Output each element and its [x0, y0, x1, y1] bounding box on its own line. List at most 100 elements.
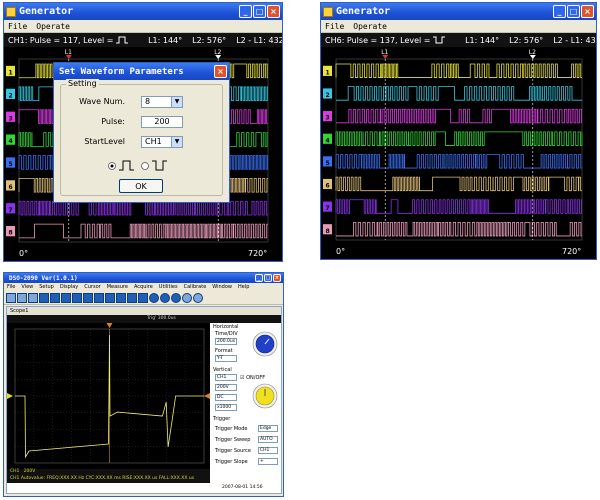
titlebar[interactable]: DSO-2090 Ver(1.0.1) _ □ × [4, 273, 283, 283]
waveform-channel-3 [336, 108, 582, 124]
menu-help[interactable]: Help [238, 284, 249, 290]
cursor-tool-icon[interactable] [116, 292, 126, 303]
level-low-icon [433, 36, 446, 44]
waveform-channel-2 [336, 86, 582, 101]
ok-button[interactable]: OK [119, 179, 163, 193]
open-icon[interactable] [6, 292, 16, 303]
minimize-button[interactable]: _ [239, 5, 252, 18]
maximize-button[interactable]: □ [253, 5, 266, 18]
menu-file[interactable]: File [8, 22, 27, 31]
play-tool-icon[interactable] [160, 292, 170, 303]
control-panel: Horizontal Time/DIV 200.0us Format Y-T V… [212, 323, 281, 483]
oscilloscope-display[interactable] [7, 323, 210, 469]
channel-number-3: 3 [9, 115, 13, 122]
trigger-slope-select[interactable]: + [258, 458, 278, 465]
menu-view[interactable]: View [21, 284, 33, 290]
channel-select[interactable]: CH1 [215, 374, 237, 381]
trigger-source-select[interactable]: CH1 [258, 447, 278, 454]
onoff-label: ON/OFF [246, 375, 266, 381]
zoom-out-icon[interactable] [193, 292, 203, 303]
measure-tool-icon[interactable] [105, 292, 115, 303]
menu-setup[interactable]: Setup [39, 284, 54, 290]
menu-calibrate[interactable]: Calibrate [184, 284, 207, 290]
zoom-in-icon[interactable] [182, 292, 192, 303]
l1-readout: L1: 144° [148, 35, 183, 45]
volt-knob[interactable] [252, 383, 278, 409]
minimize-button[interactable]: _ [553, 5, 566, 18]
ref-tool-icon[interactable] [94, 292, 104, 303]
cursor-label-l2: L2 [214, 49, 221, 56]
onoff-checkbox[interactable]: ☑ ON/OFF [240, 375, 265, 381]
dialog-close-button[interactable]: × [214, 65, 227, 78]
maximize-button[interactable]: □ [567, 5, 580, 18]
window-title: Generator [336, 6, 391, 17]
menu-operate[interactable]: Operate [36, 22, 70, 31]
menu-utilities[interactable]: Utilities [159, 284, 178, 290]
probe-select[interactable]: x1000 [215, 404, 237, 411]
channel-tool-icon[interactable] [72, 292, 82, 303]
pulse-input[interactable]: 200 [141, 116, 183, 128]
trigger-mode-label: Trigger Mode [215, 426, 248, 432]
v-tool-icon[interactable] [50, 292, 60, 303]
auto-tool-icon[interactable] [138, 292, 148, 303]
close-button[interactable]: × [581, 5, 594, 18]
menu-operate[interactable]: Operate [353, 22, 387, 31]
menu-acquire[interactable]: Acquire [134, 284, 153, 290]
menu-display[interactable]: Display [60, 284, 78, 290]
radio-low[interactable] [141, 162, 149, 170]
start-level-select[interactable]: CH1 ▼ [141, 136, 183, 148]
subwindow-titlebar[interactable]: Scope1 [7, 307, 281, 315]
minimize-button[interactable]: _ [255, 274, 263, 282]
menu-file[interactable]: File [7, 284, 15, 290]
menu-window[interactable]: Window [212, 284, 232, 290]
print-icon[interactable] [28, 292, 38, 303]
radio-high-dot [110, 164, 114, 168]
menu-bar: File Operate [4, 20, 282, 33]
save-icon[interactable] [17, 292, 27, 303]
waveform-display[interactable]: L1 L2 1 2 3 4 5 6 7 8 0° 720° [321, 47, 596, 260]
toolbar [4, 291, 283, 305]
volt-select[interactable]: 200V [215, 384, 237, 391]
titlebar[interactable]: Generator _ □ × [4, 3, 282, 20]
channel-number-3: 3 [326, 115, 330, 122]
l1-readout: L1: 144° [465, 35, 500, 45]
window-title: DSO-2090 Ver(1.0.1) [9, 274, 78, 282]
horizontal-label: Horizontal [213, 324, 239, 330]
axis-end-label: 720° [562, 247, 581, 256]
channel-readout: CH1: Pulse = 117, Level = [8, 36, 129, 45]
status-channel: CH1 [10, 469, 20, 474]
scope-readout-bar: Trig' 300.0us [7, 315, 281, 323]
time-knob[interactable] [252, 331, 278, 357]
t-tool-icon[interactable] [61, 292, 71, 303]
trigger-sweep-select[interactable]: AUTO [258, 436, 278, 443]
time-div-select[interactable]: 200.0us [215, 338, 237, 345]
stop-tool-icon[interactable] [171, 292, 181, 303]
close-button[interactable]: × [273, 274, 281, 282]
pulse-label: Pulse: [101, 117, 125, 126]
l2-readout: L2: 576° [192, 35, 227, 45]
menu-file[interactable]: File [325, 22, 344, 31]
format-select[interactable]: Y-T [215, 355, 237, 362]
channel-number-4: 4 [9, 138, 13, 145]
menu-cursor[interactable]: Cursor [84, 284, 100, 290]
trigger-mode-select[interactable]: Edge [258, 425, 278, 432]
cursor-label-l1: L1 [65, 49, 72, 56]
titlebar[interactable]: Generator _ □ × [321, 3, 596, 20]
chevron-down-icon[interactable]: ▼ [171, 137, 182, 147]
wave-num-select[interactable]: 8 ▼ [141, 96, 183, 108]
record-tool-icon[interactable] [127, 292, 137, 303]
generator-window-2: Generator _ □ × File Operate CH6: Pulse … [320, 2, 597, 260]
coupling-select[interactable]: DC [215, 394, 237, 401]
menu-measure[interactable]: Measure [107, 284, 128, 290]
subwindow-title: Scope1 [10, 308, 29, 314]
run-tool-icon[interactable] [149, 292, 159, 303]
maximize-button[interactable]: □ [264, 274, 272, 282]
dialog-titlebar[interactable]: Set Waveform Parameters × [54, 63, 229, 80]
math-tool-icon[interactable] [83, 292, 93, 303]
time-div-label: Time/DIV [215, 331, 238, 337]
chevron-down-icon[interactable]: ▼ [171, 97, 182, 107]
status-bar: CH1 200V CH1 Autovalue: FREQ:XXX.XX Hz C… [7, 469, 210, 483]
close-button[interactable]: × [267, 5, 280, 18]
channel-number-7: 7 [326, 205, 330, 212]
h-tool-icon[interactable] [39, 292, 49, 303]
